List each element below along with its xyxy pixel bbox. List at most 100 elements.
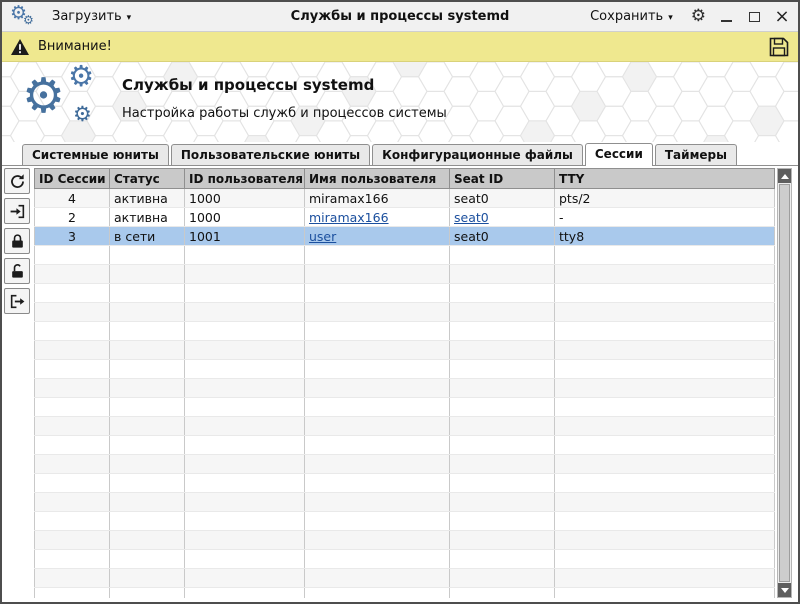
empty-table-row: [35, 455, 775, 474]
table-cell: [35, 379, 110, 398]
table-cell: 1000: [185, 208, 305, 227]
vertical-scrollbar[interactable]: [777, 168, 792, 598]
empty-table-row: [35, 436, 775, 455]
table-cell: [450, 569, 555, 588]
table-cell: [555, 417, 775, 436]
empty-table-row: [35, 569, 775, 588]
lock-button[interactable]: [4, 228, 30, 254]
table-cell: [35, 512, 110, 531]
table-cell: [185, 436, 305, 455]
table-cell: [450, 531, 555, 550]
table-cell: [110, 322, 185, 341]
table-cell: [555, 512, 775, 531]
save-file-button[interactable]: [768, 36, 790, 58]
column-header[interactable]: Статус: [110, 169, 185, 189]
gear-icon: ⚙: [22, 72, 65, 120]
table-cell: [305, 493, 450, 512]
table-cell: [450, 550, 555, 569]
empty-table-row: [35, 398, 775, 417]
scroll-down-button[interactable]: [778, 583, 791, 597]
page-header: ⚙ ⚙ ⚙ Службы и процессы systemd Настройк…: [2, 62, 798, 142]
save-menu-button[interactable]: Сохранить ▾: [584, 6, 679, 27]
scrollbar-thumb[interactable]: [779, 184, 790, 582]
table-cell: [110, 303, 185, 322]
empty-table-row: [35, 341, 775, 360]
tab-sessions[interactable]: Сессии: [585, 143, 653, 166]
tab-config-files[interactable]: Конфигурационные файлы: [372, 144, 583, 165]
table-cell: активна: [110, 208, 185, 227]
table-cell: [185, 455, 305, 474]
table-cell: [450, 284, 555, 303]
logout-button[interactable]: [4, 288, 30, 314]
app-window: ⚙ ⚙ Загрузить ▾ Службы и процессы system…: [0, 0, 800, 604]
empty-table-row: [35, 265, 775, 284]
column-header[interactable]: Seat ID: [450, 169, 555, 189]
gear-icon: ⚙: [68, 62, 94, 91]
tab-timers[interactable]: Таймеры: [655, 144, 737, 165]
page-subtitle: Настройка работы служб и процессов систе…: [122, 106, 447, 121]
column-header[interactable]: TTY: [555, 169, 775, 189]
close-button[interactable]: ×: [774, 8, 790, 26]
table-row[interactable]: 4активна1000miramax166seat0pts/2: [35, 189, 775, 208]
minimize-button[interactable]: [718, 8, 734, 26]
warning-bar: Внимание!: [2, 32, 798, 62]
maximize-button[interactable]: [746, 8, 762, 26]
unlock-icon: [9, 263, 26, 280]
table-cell: [185, 360, 305, 379]
scroll-up-button[interactable]: [778, 169, 791, 183]
page-title: Службы и процессы systemd: [122, 76, 447, 94]
login-button[interactable]: [4, 198, 30, 224]
table-row[interactable]: 2активна1000miramax166seat0-: [35, 208, 775, 227]
settings-gear-icon[interactable]: ⚙: [691, 8, 706, 25]
table-cell: [555, 474, 775, 493]
empty-table-row: [35, 417, 775, 436]
app-logo-icon: ⚙ ⚙: [10, 4, 38, 30]
load-menu-button[interactable]: Загрузить ▾: [46, 6, 137, 27]
unlock-button[interactable]: [4, 258, 30, 284]
table-cell: [185, 531, 305, 550]
table-cell: [110, 588, 185, 599]
table-cell: seat0: [450, 189, 555, 208]
table-cell: [185, 588, 305, 599]
table-cell: [555, 550, 775, 569]
refresh-icon: [9, 173, 26, 190]
column-header[interactable]: ID пользователя: [185, 169, 305, 189]
save-floppy-icon: [768, 36, 790, 58]
table-cell: [35, 246, 110, 265]
table-cell: seat0: [450, 227, 555, 246]
table-cell: [555, 588, 775, 599]
table-cell: [305, 284, 450, 303]
table-cell: [450, 246, 555, 265]
sessions-table: ID СессииСтатусID пользователяИмя пользо…: [34, 168, 775, 598]
table-cell: [110, 569, 185, 588]
cell-link[interactable]: miramax166: [309, 210, 389, 225]
cell-link[interactable]: seat0: [454, 210, 489, 225]
side-toolbar: [4, 168, 34, 598]
cell-link[interactable]: user: [309, 229, 336, 244]
table-cell: [305, 341, 450, 360]
table-cell: [450, 588, 555, 599]
chevron-down-icon: ▾: [127, 13, 132, 23]
arrow-down-icon: [781, 588, 789, 593]
window-title: Службы и процессы systemd: [291, 9, 510, 24]
table-cell: [110, 436, 185, 455]
column-header[interactable]: Имя пользователя: [305, 169, 450, 189]
column-header[interactable]: ID Сессии: [35, 169, 110, 189]
table-cell: [450, 303, 555, 322]
chevron-down-icon: ▾: [668, 13, 673, 23]
content-area: ID СессииСтатусID пользователяИмя пользо…: [2, 166, 798, 602]
table-cell: [185, 474, 305, 493]
gear-icon: ⚙: [23, 14, 34, 26]
table-row[interactable]: 3в сети1001userseat0tty8: [35, 227, 775, 246]
tab-system-units[interactable]: Системные юниты: [22, 144, 169, 165]
table-cell: [110, 265, 185, 284]
empty-table-row: [35, 322, 775, 341]
table-cell: [305, 455, 450, 474]
tab-user-units[interactable]: Пользовательские юниты: [171, 144, 370, 165]
table-cell: [450, 455, 555, 474]
empty-table-row: [35, 512, 775, 531]
table-cell: [110, 455, 185, 474]
table-cell: [450, 322, 555, 341]
refresh-button[interactable]: [4, 168, 30, 194]
table-cell: [35, 550, 110, 569]
